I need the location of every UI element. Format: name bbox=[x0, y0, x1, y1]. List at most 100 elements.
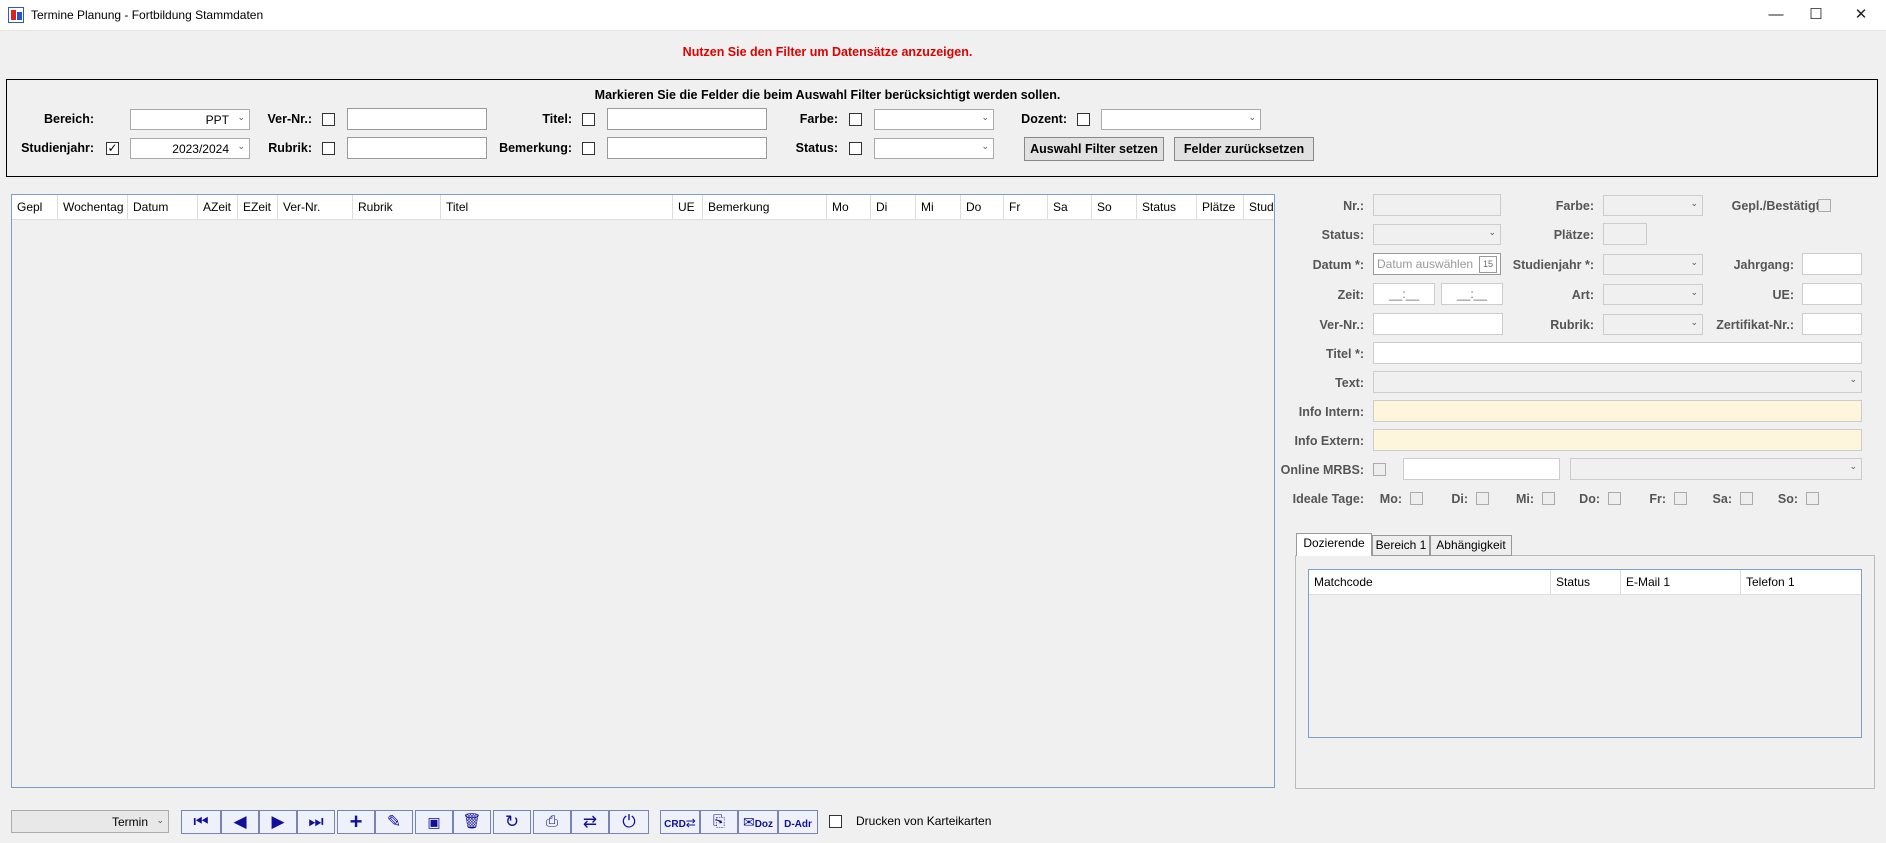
column-header[interactable]: Titel bbox=[441, 195, 673, 219]
ue-input[interactable] bbox=[1802, 283, 1862, 305]
column-header[interactable]: Matchcode bbox=[1309, 570, 1551, 594]
column-header[interactable]: Do bbox=[961, 195, 1004, 219]
day-checkbox-fr[interactable] bbox=[1674, 492, 1687, 505]
zeit-to-input[interactable]: __:__ bbox=[1441, 283, 1503, 305]
tab-abhaengigkeit[interactable]: Abhängigkeit bbox=[1430, 535, 1512, 556]
termine-grid[interactable]: Gepl Wochentag Datum AZeit EZeit Ver-Nr.… bbox=[11, 194, 1275, 788]
vernr-input[interactable] bbox=[347, 108, 487, 130]
datum-picker[interactable]: Datum auswählen 15 bbox=[1373, 253, 1501, 275]
first-record-button[interactable]: ⏮ bbox=[181, 810, 221, 834]
titel-input[interactable] bbox=[1373, 342, 1862, 364]
online-mrbs-input[interactable] bbox=[1403, 458, 1560, 480]
info-intern-input[interactable] bbox=[1373, 400, 1862, 422]
next-record-button[interactable]: ▶ bbox=[259, 810, 297, 834]
column-header[interactable]: AZeit bbox=[198, 195, 238, 219]
day-checkbox-di[interactable] bbox=[1476, 492, 1489, 505]
last-record-button[interactable]: ⏭ bbox=[297, 810, 335, 834]
column-header[interactable]: E-Mail 1 bbox=[1621, 570, 1741, 594]
delete-button[interactable]: 🗑 bbox=[453, 810, 491, 834]
studienjahr-select[interactable]: 2023/2024 ⌄ bbox=[130, 138, 250, 159]
refresh-button[interactable]: ↻ bbox=[493, 810, 531, 834]
column-header[interactable]: Sa bbox=[1048, 195, 1092, 219]
minimize-button[interactable]: — bbox=[1758, 5, 1794, 25]
zertifikat-input[interactable] bbox=[1802, 313, 1862, 335]
bereich-select[interactable]: PPT ⌄ bbox=[130, 109, 250, 130]
dozent-select[interactable]: ⌄ bbox=[1101, 109, 1261, 130]
calendar-icon[interactable]: 15 bbox=[1479, 256, 1497, 273]
column-header[interactable]: Ver-Nr. bbox=[278, 195, 353, 219]
info-extern-input[interactable] bbox=[1373, 429, 1862, 451]
column-header[interactable]: UE bbox=[673, 195, 703, 219]
reset-fields-button[interactable]: Felder zurücksetzen bbox=[1174, 137, 1314, 161]
bemerkung-checkbox[interactable] bbox=[582, 142, 595, 155]
vernr-checkbox[interactable] bbox=[322, 113, 335, 126]
column-header[interactable]: Status bbox=[1137, 195, 1197, 219]
tab-bereich-1[interactable]: Bereich 1 bbox=[1372, 535, 1430, 556]
gepl-bestaetigt-checkbox[interactable] bbox=[1818, 199, 1831, 212]
column-header[interactable]: Status bbox=[1551, 570, 1621, 594]
status-checkbox[interactable] bbox=[849, 142, 862, 155]
previous-record-button[interactable]: ◀ bbox=[221, 810, 259, 834]
studienjahr-combo[interactable]: ⌄ bbox=[1603, 254, 1703, 275]
dozent-checkbox[interactable] bbox=[1077, 113, 1090, 126]
apply-filter-button[interactable]: Auswahl Filter setzen bbox=[1024, 137, 1164, 161]
copy-button[interactable]: ⎘ bbox=[700, 810, 738, 834]
farbe-select[interactable]: ⌄ bbox=[874, 109, 994, 130]
print-cards-checkbox[interactable] bbox=[829, 815, 842, 828]
rubrik-input[interactable] bbox=[347, 137, 487, 159]
rubrik-checkbox[interactable] bbox=[322, 142, 335, 155]
day-checkbox-sa[interactable] bbox=[1740, 492, 1753, 505]
online-mrbs-checkbox[interactable] bbox=[1373, 463, 1386, 476]
status-combo[interactable]: ⌄ bbox=[1373, 224, 1501, 245]
dozent-mail-button[interactable]: ✉Doz bbox=[738, 810, 778, 834]
column-header[interactable]: Wochentag bbox=[58, 195, 128, 219]
rubrik-combo[interactable]: ⌄ bbox=[1603, 314, 1703, 335]
column-header[interactable]: Mo bbox=[827, 195, 871, 219]
nr-input[interactable] bbox=[1373, 194, 1501, 216]
power-button[interactable]: ⏻ bbox=[609, 810, 649, 834]
online-mrbs-combo[interactable]: ⌄ bbox=[1570, 458, 1862, 480]
save-button[interactable]: ▣ bbox=[415, 810, 453, 834]
farbe-checkbox[interactable] bbox=[849, 113, 862, 126]
status-select[interactable]: ⌄ bbox=[874, 138, 994, 159]
column-header[interactable]: Di bbox=[871, 195, 916, 219]
vernr-input[interactable] bbox=[1373, 313, 1503, 335]
maximize-button[interactable]: ☐ bbox=[1798, 5, 1834, 25]
column-header[interactable]: So bbox=[1092, 195, 1137, 219]
titel-input[interactable] bbox=[607, 108, 767, 130]
day-checkbox-so[interactable] bbox=[1806, 492, 1819, 505]
column-header[interactable]: Datum bbox=[128, 195, 198, 219]
close-button[interactable]: ✕ bbox=[1843, 5, 1879, 25]
column-header[interactable]: Plätze bbox=[1197, 195, 1244, 219]
crd-swap-button[interactable]: CRD⇄ bbox=[660, 810, 700, 834]
dozent-address-button[interactable]: D-Adr bbox=[778, 810, 818, 834]
mode-select[interactable]: Termin ⌄ bbox=[11, 810, 169, 833]
day-label-fr: Fr: bbox=[1649, 492, 1666, 506]
art-combo[interactable]: ⌄ bbox=[1603, 284, 1703, 305]
day-checkbox-do[interactable] bbox=[1608, 492, 1621, 505]
dozierende-grid[interactable]: Matchcode Status E-Mail 1 Telefon 1 bbox=[1308, 569, 1862, 738]
studienjahr-checkbox[interactable]: ✓ bbox=[106, 142, 119, 155]
day-checkbox-mi[interactable] bbox=[1542, 492, 1555, 505]
column-header[interactable]: Fr bbox=[1004, 195, 1048, 219]
column-header[interactable]: Rubrik bbox=[353, 195, 441, 219]
plaetze-input[interactable] bbox=[1603, 223, 1647, 245]
column-header[interactable]: Mi bbox=[916, 195, 961, 219]
farbe-combo[interactable]: ⌄ bbox=[1603, 195, 1703, 216]
tab-dozierende[interactable]: Dozierende bbox=[1296, 533, 1372, 556]
column-header[interactable]: Stud bbox=[1244, 195, 1274, 219]
day-checkbox-mo[interactable] bbox=[1410, 492, 1423, 505]
add-button[interactable]: + bbox=[337, 810, 375, 834]
zeit-from-input[interactable]: __:__ bbox=[1373, 283, 1435, 305]
bemerkung-input[interactable] bbox=[607, 137, 767, 159]
edit-button[interactable]: ✎ bbox=[375, 810, 413, 834]
titel-checkbox[interactable] bbox=[582, 113, 595, 126]
swap-button[interactable]: ⇄ bbox=[571, 810, 609, 834]
column-header[interactable]: Gepl bbox=[12, 195, 58, 219]
column-header[interactable]: Telefon 1 bbox=[1741, 570, 1861, 594]
column-header[interactable]: Bemerkung bbox=[703, 195, 827, 219]
print-button[interactable]: ⎙ bbox=[533, 810, 571, 834]
text-combo[interactable]: ⌄ bbox=[1373, 371, 1862, 393]
column-header[interactable]: EZeit bbox=[238, 195, 278, 219]
jahrgang-input[interactable] bbox=[1802, 253, 1862, 275]
